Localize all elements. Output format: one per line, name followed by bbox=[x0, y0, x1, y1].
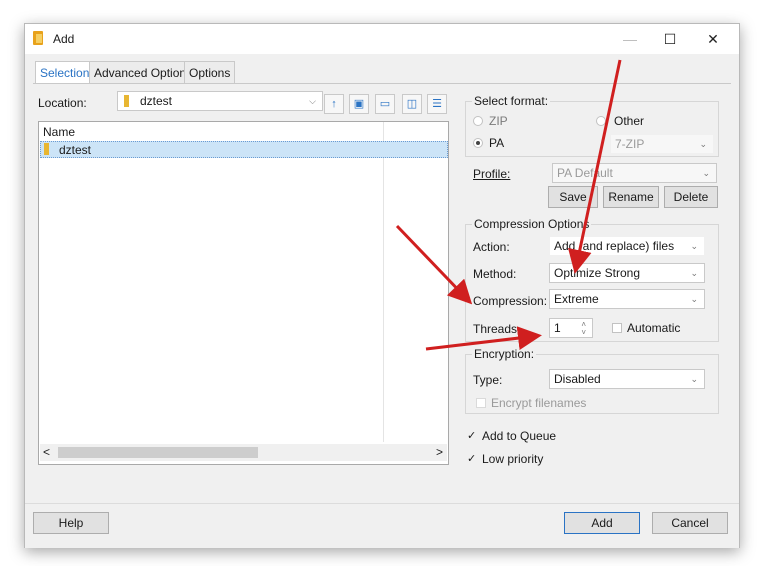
annotation-overlay bbox=[395, 59, 622, 351]
annotation-arrow-method bbox=[567, 59, 622, 274]
annotation-arrow-compression bbox=[395, 224, 473, 305]
annotation-arrow-threads bbox=[425, 326, 542, 351]
